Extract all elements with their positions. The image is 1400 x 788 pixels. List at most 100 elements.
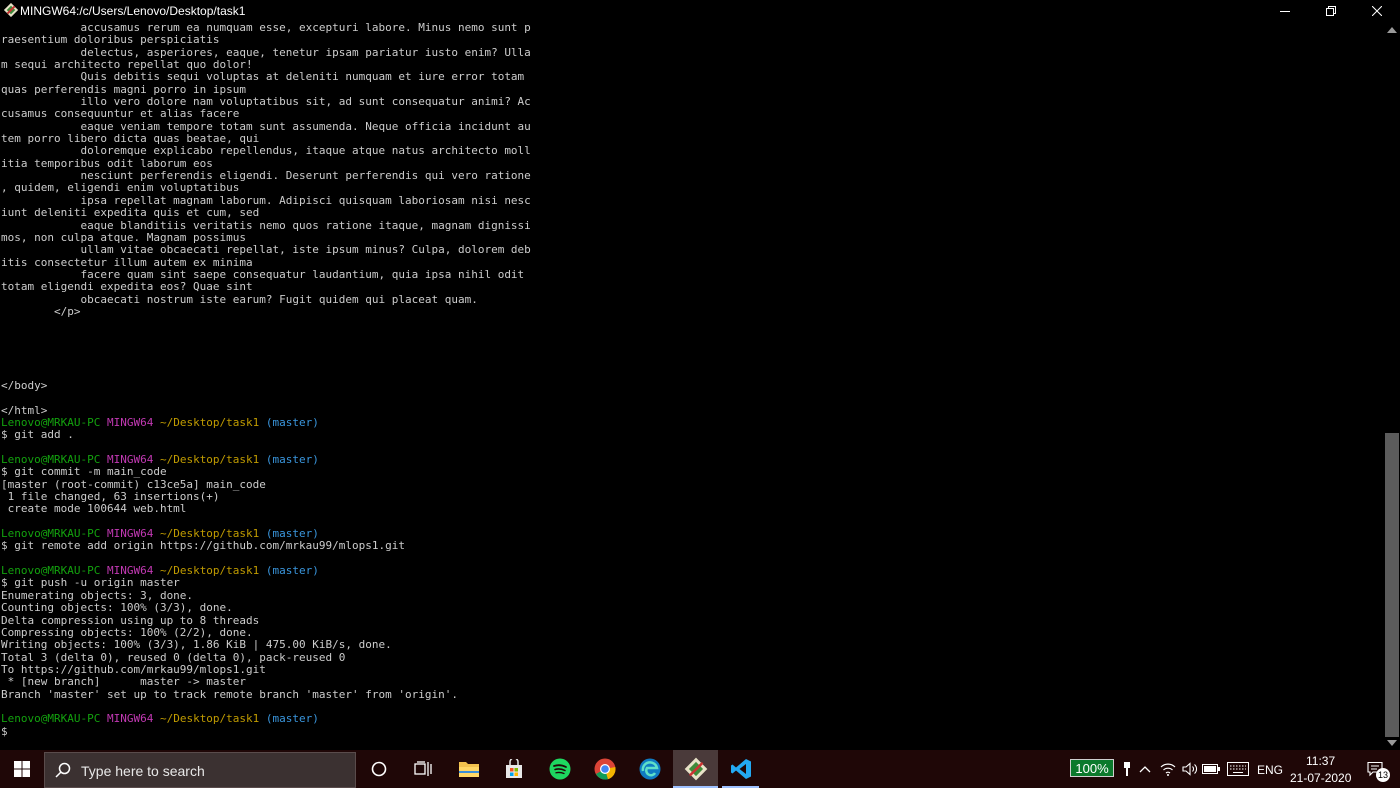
clock-date[interactable]: 21-07-2020 bbox=[1290, 771, 1351, 785]
window-title: MINGW64:/c/Users/Lenovo/Desktop/task1 bbox=[20, 4, 246, 18]
terminal-segment: $ git push -u origin master bbox=[1, 576, 180, 590]
terminal-line: Branch 'master' set up to track remote b… bbox=[1, 688, 458, 701]
prompt-segment: MINGW64 bbox=[106, 564, 154, 578]
terminal-line: ullam vitae obcaecati repellat, iste ips… bbox=[1, 243, 531, 257]
terminal-line: $ git push -u origin master bbox=[1, 576, 180, 589]
scroll-down-arrow-icon[interactable] bbox=[1387, 740, 1397, 746]
minimize-button[interactable] bbox=[1262, 0, 1308, 22]
terminal-segment bbox=[100, 453, 107, 466]
terminal-segment: quas perferendis magni porro in ipsum bbox=[1, 82, 247, 96]
prompt-segment: MINGW64 bbox=[106, 712, 154, 726]
task-view-button[interactable] bbox=[401, 750, 445, 788]
scroll-up-arrow-icon[interactable] bbox=[1387, 27, 1397, 33]
terminal-segment bbox=[259, 416, 266, 429]
microsoft-store-icon bbox=[505, 759, 522, 778]
terminal-line: quas perferendis magni porro in ipsum bbox=[1, 83, 246, 96]
terminal-segment: m sequi architecto repellat quo dolor! bbox=[1, 58, 253, 72]
terminal-line: accusamus rerum ea numquam esse, exceptu… bbox=[1, 22, 530, 34]
language-indicator[interactable]: ENG bbox=[1257, 763, 1283, 777]
terminal-line: Writing objects: 100% (3/3), 1.86 KiB | … bbox=[1, 638, 392, 651]
terminal-line: </html> bbox=[1, 404, 47, 417]
touch-keyboard-button[interactable] bbox=[1224, 750, 1252, 788]
terminal-output[interactable]: accusamus rerum ea numquam esse, exceptu… bbox=[0, 22, 1384, 750]
usb-device-button[interactable] bbox=[1119, 750, 1135, 788]
terminal-segment: , quidem, eligendi enim voluptatibus bbox=[1, 181, 240, 195]
terminal-segment: itis consectetur illum autem ex minima bbox=[1, 255, 253, 269]
start-button[interactable] bbox=[0, 750, 44, 788]
taskbar-search-box[interactable]: Type here to search bbox=[44, 752, 356, 788]
spotify-button[interactable] bbox=[537, 750, 582, 788]
restore-icon bbox=[1326, 6, 1336, 16]
wifi-icon bbox=[1160, 763, 1176, 776]
spotify-icon bbox=[549, 758, 570, 780]
window-title-bar[interactable]: MINGW64:/c/Users/Lenovo/Desktop/task1 bbox=[0, 0, 1400, 22]
terminal-segment: $ git commit -m main_code bbox=[1, 465, 167, 479]
vscode-button[interactable] bbox=[718, 750, 763, 788]
show-hidden-icons-button[interactable] bbox=[1136, 750, 1154, 788]
close-button[interactable] bbox=[1354, 0, 1400, 22]
action-center-button[interactable]: 13 bbox=[1354, 750, 1396, 788]
volume-button[interactable] bbox=[1180, 750, 1200, 788]
terminal-line: , quidem, eligendi enim voluptatibus bbox=[1, 181, 239, 194]
terminal-segment bbox=[259, 453, 266, 466]
terminal-line: nesciunt perferendis eligendi. Deserunt … bbox=[1, 169, 530, 182]
terminal-segment: </html> bbox=[1, 403, 48, 417]
prompt-segment: Lenovo@MRKAU-PC bbox=[1, 453, 101, 467]
terminal-segment: Branch 'master' set up to track remote b… bbox=[1, 687, 458, 701]
microsoft-store-button[interactable] bbox=[491, 750, 536, 788]
cortana-button[interactable] bbox=[357, 750, 401, 788]
terminal-line: Counting objects: 100% (3/3), done. bbox=[1, 601, 233, 614]
scrollbar-thumb[interactable] bbox=[1385, 433, 1399, 737]
terminal-line: 1 file changed, 63 insertions(+) bbox=[1, 490, 220, 503]
terminal-segment bbox=[259, 564, 266, 577]
terminal-segment: eaque veniam tempore totam sunt assumend… bbox=[1, 119, 531, 133]
battery-button[interactable] bbox=[1201, 750, 1221, 788]
git-bash-icon bbox=[684, 757, 707, 781]
terminal-segment: Compressing objects: 100% (2/2), done. bbox=[1, 625, 253, 639]
usb-icon bbox=[1124, 762, 1130, 776]
terminal-line: Lenovo@MRKAU-PC MINGW64 ~/Desktop/task1 … bbox=[1, 453, 319, 466]
terminal-line: [master (root-commit) c13ce5a] main_code bbox=[1, 478, 266, 491]
terminal-line: obcaecati nostrum iste earum? Fugit quid… bbox=[1, 293, 477, 306]
terminal-line: create mode 100644 web.html bbox=[1, 502, 187, 516]
chrome-button[interactable] bbox=[582, 750, 627, 788]
terminal-segment: $ git add . bbox=[1, 428, 74, 442]
terminal-segment: ullam vitae obcaecati repellat, iste ips… bbox=[1, 243, 531, 257]
terminal-segment: </p> bbox=[1, 304, 81, 318]
edge-icon bbox=[639, 758, 660, 780]
terminal-segment: Quis debitis sequi voluptas at deleniti … bbox=[1, 70, 531, 84]
terminal-segment: ipsa repellat magnam laborum. Adipisci q… bbox=[1, 193, 531, 207]
prompt-segment: Lenovo@MRKAU-PC bbox=[1, 564, 101, 578]
terminal-segment: create mode 100644 web.html bbox=[1, 502, 187, 516]
terminal-line: totam eligendi expedita eos? Quae sint bbox=[1, 280, 253, 293]
network-button[interactable] bbox=[1157, 750, 1179, 788]
terminal-segment: </body> bbox=[1, 378, 48, 392]
file-explorer-button[interactable] bbox=[446, 750, 491, 788]
terminal-line: </p> bbox=[1, 304, 81, 318]
battery-icon bbox=[1202, 764, 1220, 774]
terminal-segment: 1 file changed, 63 insertions(+) bbox=[1, 490, 220, 504]
prompt-segment: MINGW64 bbox=[106, 527, 154, 541]
terminal-text: accusamus rerum ea numquam esse, exceptu… bbox=[0, 22, 1384, 738]
cortana-icon bbox=[371, 761, 387, 777]
terminal-segment: mos, non culpa atque. Magnam possimus bbox=[1, 230, 247, 244]
prompt-segment: (master) bbox=[265, 712, 319, 726]
terminal-line: </body> bbox=[1, 379, 47, 392]
prompt-segment: ~/Desktop/task1 bbox=[159, 416, 260, 429]
terminal-line: m sequi architecto repellat quo dolor! bbox=[1, 58, 253, 71]
terminal-segment: To https://github.com/mrkau99/mlops1.git bbox=[1, 662, 266, 676]
terminal-scrollbar[interactable] bbox=[1384, 22, 1400, 750]
edge-button[interactable] bbox=[627, 750, 672, 788]
terminal-segment: cusamus consequuntur et alias facere bbox=[1, 107, 240, 121]
terminal-line: itia temporibus odit laborum eos bbox=[1, 157, 213, 170]
prompt-segment: (master) bbox=[265, 527, 319, 541]
speaker-icon bbox=[1182, 762, 1197, 776]
terminal-segment: tem porro libero dicta quas beatae, qui bbox=[1, 132, 260, 146]
terminal-line: mos, non culpa atque. Magnam possimus bbox=[1, 231, 246, 244]
restore-button[interactable] bbox=[1308, 0, 1354, 22]
git-bash-button[interactable] bbox=[673, 750, 718, 788]
terminal-line: eaque veniam tempore totam sunt assumend… bbox=[1, 119, 531, 133]
terminal-segment bbox=[153, 564, 160, 577]
clock-time[interactable]: 11:37 bbox=[1306, 754, 1335, 768]
git-bash-app-icon bbox=[4, 3, 18, 17]
